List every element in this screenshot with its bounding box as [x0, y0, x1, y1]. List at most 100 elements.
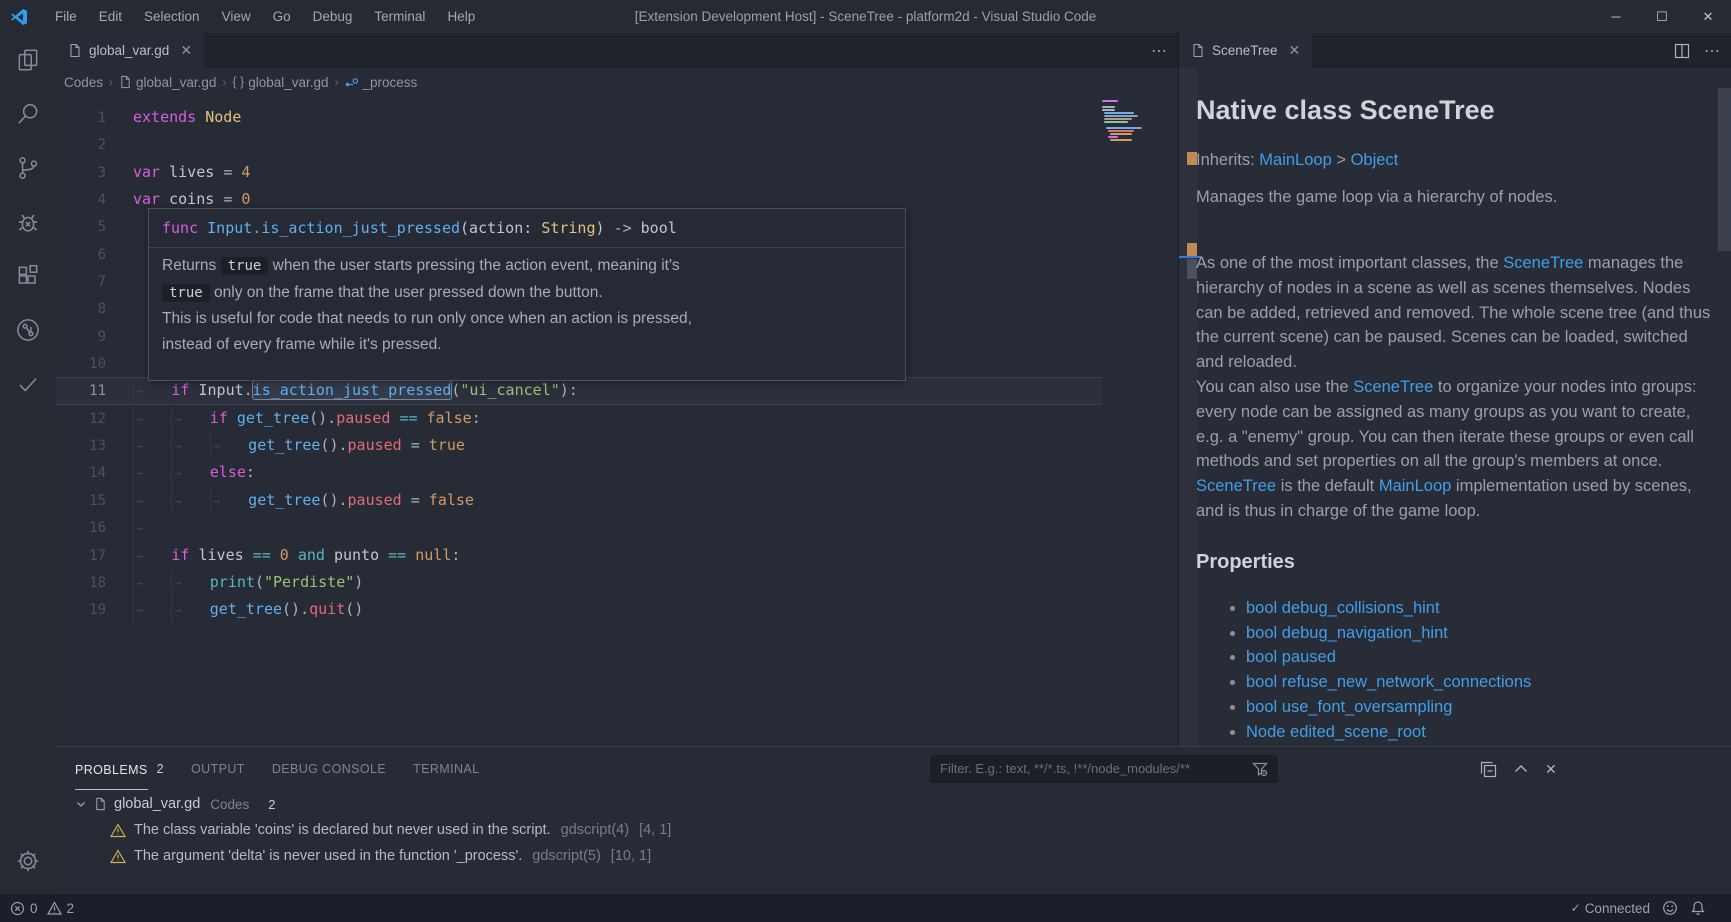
- panel-tab-debug-console[interactable]: DEBUG CONSOLE: [272, 747, 386, 791]
- code-token: and: [289, 546, 325, 564]
- menu-item-edit[interactable]: Edit: [88, 0, 133, 33]
- menu-item-go[interactable]: Go: [262, 0, 302, 33]
- code-token: null: [406, 546, 451, 564]
- code-line-13[interactable]: 13→→→get_tree().paused = true: [56, 432, 1178, 459]
- hover-tooltip: func Input.is_action_just_pressed(action…: [148, 208, 906, 381]
- code-token: paused: [348, 491, 402, 509]
- close-panel-icon[interactable]: ✕: [1545, 761, 1557, 778]
- close-window-button[interactable]: ✕: [1685, 0, 1731, 33]
- problem-row[interactable]: The class variable 'coins' is declared b…: [56, 817, 1731, 843]
- editor-actions: ⋯: [1151, 33, 1168, 68]
- code-token: get_tree: [248, 491, 320, 509]
- code-line-15[interactable]: 15→→→get_tree().paused = false: [56, 487, 1178, 514]
- doc-scrollbar[interactable]: [1718, 88, 1731, 251]
- maximize-button[interactable]: ☐: [1639, 0, 1685, 33]
- code-token: if: [171, 381, 189, 399]
- feedback-smiley-icon[interactable]: [1662, 900, 1678, 916]
- code-line-17[interactable]: 17→if lives == 0 and punto == null:: [56, 542, 1178, 569]
- explorer-icon[interactable]: [0, 33, 56, 87]
- menu-item-debug[interactable]: Debug: [302, 0, 364, 33]
- split-editor-icon[interactable]: [1674, 43, 1690, 59]
- errors-icon: [10, 901, 25, 916]
- tab-scenetree[interactable]: SceneTree ✕: [1179, 33, 1312, 68]
- code-token: false: [429, 491, 474, 509]
- doc-link-scenetree[interactable]: SceneTree: [1196, 477, 1276, 495]
- more-actions-icon[interactable]: ⋯: [1704, 41, 1721, 61]
- problems-file-name: global_var.gd: [114, 796, 200, 812]
- menu-item-view[interactable]: View: [211, 0, 262, 33]
- tab-whitespace: →: [133, 378, 171, 405]
- extensions-icon[interactable]: [0, 249, 56, 303]
- minimize-button[interactable]: ─: [1593, 0, 1639, 33]
- code-token: if: [171, 546, 189, 564]
- menu-item-file[interactable]: File: [44, 0, 88, 33]
- panel-tab-problems[interactable]: PROBLEMS2: [75, 747, 164, 791]
- vscode-logo-icon: [10, 8, 28, 26]
- minimap[interactable]: [1102, 100, 1156, 148]
- breadcrumb-item-_process[interactable]: _process: [345, 75, 418, 90]
- code-line-12[interactable]: 12→→if get_tree().paused == false:: [56, 405, 1178, 432]
- line-number: 14: [56, 460, 106, 487]
- code-line-18[interactable]: 18→→print("Perdiste"): [56, 569, 1178, 596]
- line-number: 8: [56, 296, 106, 323]
- problems-file-folder: Codes: [210, 797, 249, 812]
- doc-property-link[interactable]: bool debug_navigation_hint: [1246, 624, 1448, 642]
- doc-property-link[interactable]: Node edited_scene_root: [1246, 723, 1426, 741]
- code-line-1[interactable]: 1extends Node: [56, 104, 1178, 131]
- search-icon[interactable]: [0, 87, 56, 141]
- source-control-icon[interactable]: [0, 141, 56, 195]
- doc-property-link[interactable]: bool debug_collisions_hint: [1246, 599, 1440, 617]
- menu-item-help[interactable]: Help: [436, 0, 486, 33]
- status-problems[interactable]: 0 2: [10, 894, 74, 922]
- settings-gear-icon[interactable]: [0, 848, 56, 874]
- panel-tab-terminal[interactable]: TERMINAL: [413, 747, 479, 791]
- doc-link-object[interactable]: Object: [1351, 151, 1399, 169]
- code-token: [420, 491, 429, 509]
- filter-icon[interactable]: [1252, 761, 1268, 777]
- tab-whitespace: →: [133, 460, 171, 487]
- testing-icon[interactable]: [0, 357, 56, 411]
- doc-link-mainloop[interactable]: MainLoop: [1379, 477, 1451, 495]
- doc-link-mainloop[interactable]: MainLoop: [1259, 151, 1331, 169]
- code-line-11[interactable]: 11→if Input.is_action_just_pressed("ui_c…: [56, 377, 1102, 404]
- status-right: ✓ Connected: [1571, 894, 1706, 922]
- code-line-19[interactable]: 19→→get_tree().quit(): [56, 596, 1178, 623]
- maximize-panel-icon[interactable]: [1513, 761, 1529, 777]
- connection-status[interactable]: ✓ Connected: [1571, 901, 1650, 916]
- run-and-debug-icon[interactable]: [0, 195, 56, 249]
- breadcrumb-item-global_var-gd[interactable]: global_var.gd: [119, 75, 216, 90]
- code-line-3[interactable]: 3var lives = 4: [56, 159, 1178, 186]
- tab-global-var-gd[interactable]: global_var.gd ✕: [56, 33, 204, 68]
- close-tab-icon[interactable]: ✕: [180, 42, 192, 59]
- circle-branch-icon[interactable]: [0, 303, 56, 357]
- problems-file-count: 2: [268, 797, 275, 812]
- doc-link-scenetree[interactable]: SceneTree: [1353, 378, 1433, 396]
- problems-file-row[interactable]: global_var.gd Codes 2: [56, 791, 1731, 817]
- menu-item-terminal[interactable]: Terminal: [363, 0, 436, 33]
- panel-tab-output[interactable]: OUTPUT: [191, 747, 245, 791]
- doc-property-link[interactable]: bool paused: [1246, 648, 1336, 666]
- problems-filter-input[interactable]: Filter. E.g.: text, **/*.ts, !**/node_mo…: [930, 755, 1278, 783]
- close-tab-icon[interactable]: ✕: [1289, 42, 1301, 59]
- breadcrumb-item-codes[interactable]: Codes: [64, 75, 103, 90]
- warning-count: 2: [67, 901, 75, 916]
- code-editor[interactable]: 1extends Node23var lives = 44var coins =…: [56, 96, 1178, 746]
- menu-item-selection[interactable]: Selection: [133, 0, 211, 33]
- hover-description: Returns true when the user starts pressi…: [149, 252, 905, 365]
- breadcrumb-item-global_var-gd[interactable]: { }global_var.gd: [232, 75, 328, 90]
- doc-property-link[interactable]: bool refuse_new_network_connections: [1246, 673, 1531, 691]
- doc-link-scenetree[interactable]: SceneTree: [1503, 254, 1583, 272]
- hover-divider: [149, 247, 905, 248]
- scenetree-doc-panel[interactable]: Native class SceneTree Inherits: MainLoo…: [1179, 68, 1731, 746]
- code-line-14[interactable]: 14→→else:: [56, 459, 1178, 486]
- editor-group-right: SceneTree ✕ ⋯ Native class SceneTree Inh…: [1178, 33, 1731, 746]
- code-token: Input: [189, 381, 243, 399]
- collapse-all-icon[interactable]: [1480, 761, 1497, 778]
- code-line-16[interactable]: 16→: [56, 514, 1178, 541]
- doc-property-link[interactable]: bool use_font_oversampling: [1246, 698, 1452, 716]
- code-line-2[interactable]: 2: [56, 131, 1178, 158]
- more-actions-icon[interactable]: ⋯: [1151, 41, 1168, 61]
- problem-row[interactable]: The argument 'delta' is never used in th…: [56, 843, 1731, 869]
- notifications-bell-icon[interactable]: [1690, 900, 1706, 916]
- code-token: 0: [271, 546, 289, 564]
